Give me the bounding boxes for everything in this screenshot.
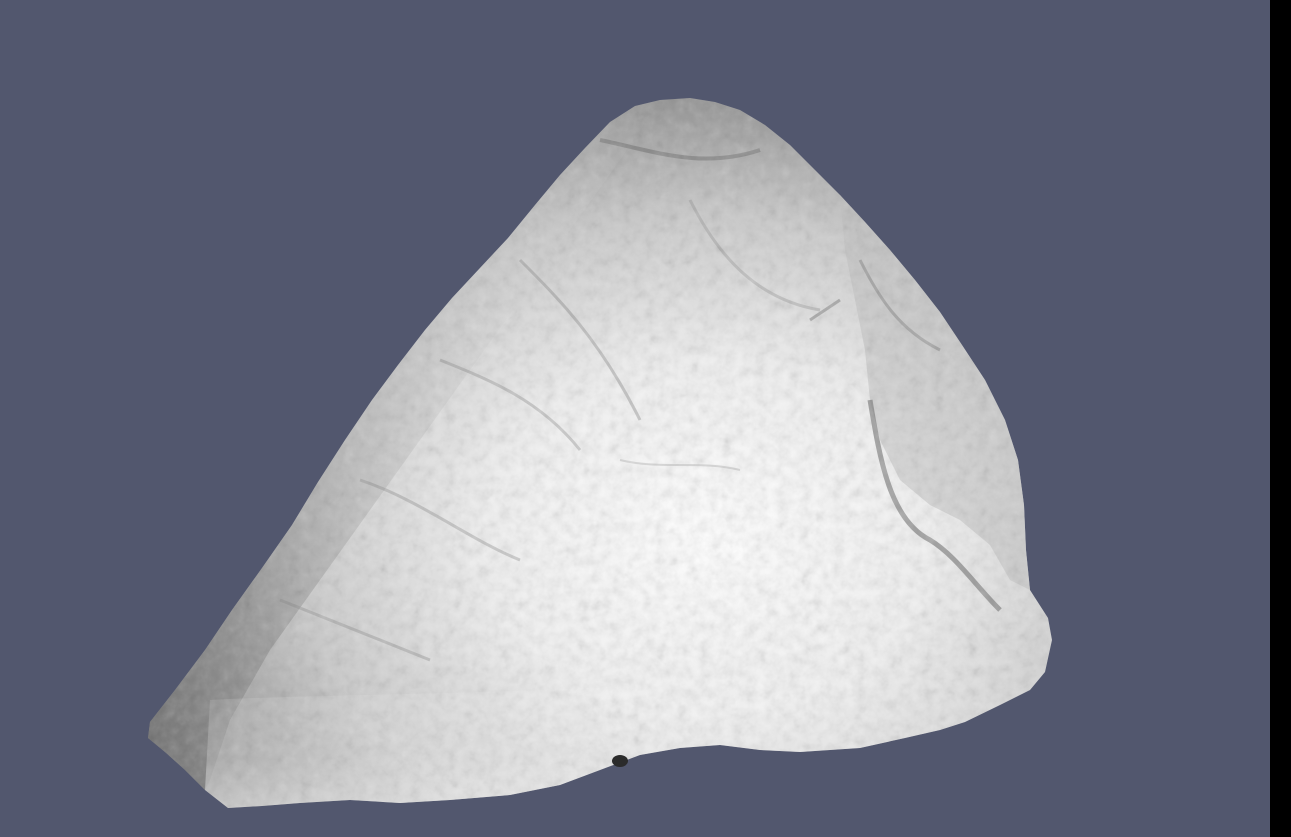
rock-mesh-icon[interactable]: [0, 0, 1270, 837]
right-edge-strip: [1270, 0, 1291, 837]
app-window: [0, 0, 1291, 837]
3d-viewport[interactable]: [0, 0, 1270, 837]
